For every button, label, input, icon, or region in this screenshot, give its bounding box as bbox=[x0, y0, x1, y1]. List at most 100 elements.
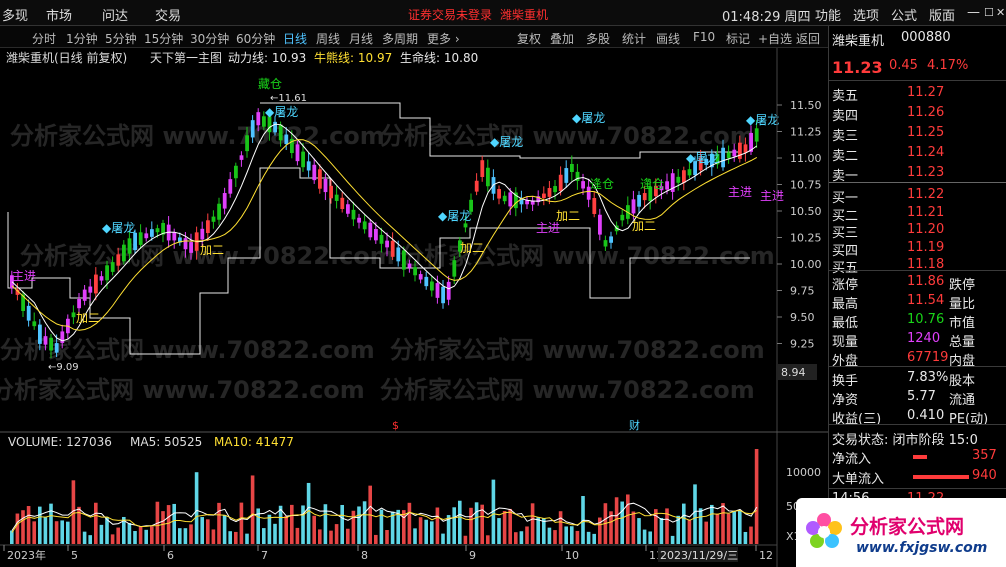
volume-bar bbox=[704, 521, 708, 544]
volume-bar bbox=[211, 529, 216, 544]
tool-button[interactable]: 复权 bbox=[517, 30, 541, 47]
volume-bar bbox=[278, 505, 283, 544]
candle bbox=[435, 283, 440, 298]
candle bbox=[430, 281, 434, 291]
indicator-nn: 牛熊线: 10.97 bbox=[314, 50, 392, 65]
stock-name: 潍柴重机 bbox=[832, 34, 885, 49]
ask-label: 卖四 bbox=[832, 109, 859, 124]
volume-bar bbox=[553, 530, 557, 544]
menu-item[interactable]: 功能 bbox=[815, 5, 841, 24]
candle bbox=[116, 254, 121, 266]
volume-ma10: MA10: 41477 bbox=[214, 435, 294, 449]
volume-bar bbox=[682, 503, 686, 544]
maximize-icon[interactable]: ☐ bbox=[984, 6, 994, 19]
stat-value: 1240 bbox=[907, 331, 941, 346]
menu-item[interactable]: 问达 bbox=[102, 5, 128, 24]
pct-change: 4.17% bbox=[927, 58, 969, 73]
menu-item[interactable]: 多现 bbox=[2, 5, 28, 24]
date-tick: 6 bbox=[167, 549, 174, 562]
candle bbox=[502, 195, 507, 202]
tool-button[interactable]: 统计 bbox=[622, 30, 646, 47]
quote-row: 净资 5.77 流通 bbox=[829, 388, 1006, 408]
stat-label: 最低 bbox=[832, 316, 859, 331]
tab-period[interactable]: 1分钟 bbox=[66, 30, 98, 47]
watermark: 分析家公式网 www.70822.com bbox=[380, 376, 755, 404]
menu-item[interactable]: 交易 bbox=[155, 5, 181, 24]
quote-row: 最低 10.76 市值 bbox=[829, 311, 1006, 331]
tab-period[interactable]: 15分钟 bbox=[144, 30, 183, 47]
volume-bar bbox=[547, 527, 552, 544]
candle bbox=[486, 167, 490, 187]
candle bbox=[581, 181, 585, 189]
volume-bar bbox=[340, 504, 344, 544]
candle bbox=[609, 236, 613, 243]
stat-label: 最高 bbox=[832, 297, 859, 312]
volume-bar bbox=[385, 530, 389, 544]
volume-tick: 10000 bbox=[786, 466, 821, 479]
volume-bar bbox=[351, 510, 356, 544]
tool-button[interactable]: F10 bbox=[693, 30, 715, 44]
price-tick: 9.25 bbox=[790, 338, 815, 351]
candle bbox=[200, 228, 205, 240]
signal-label: 加二 bbox=[76, 311, 100, 325]
tool-button[interactable]: 画线 bbox=[656, 30, 680, 47]
stat-label: 净资 bbox=[832, 393, 859, 408]
brand-name: 分析家公式网 bbox=[850, 516, 965, 538]
formula-name[interactable]: 天下第一主图 bbox=[150, 51, 222, 65]
tab-period[interactable]: 月线 bbox=[349, 30, 373, 47]
tab-period[interactable]: 30分钟 bbox=[190, 30, 229, 47]
volume-bar bbox=[60, 520, 64, 544]
candle bbox=[642, 193, 647, 201]
menu-item[interactable]: 市场 bbox=[46, 5, 72, 24]
close-icon[interactable]: ✕ bbox=[996, 6, 1005, 19]
tab-period[interactable]: 60分钟 bbox=[236, 30, 275, 47]
tab-period[interactable]: 分时 bbox=[32, 30, 56, 47]
volume-bar bbox=[424, 519, 428, 544]
volume-bar bbox=[469, 507, 473, 544]
menu-item[interactable]: 选项 bbox=[853, 5, 879, 24]
volume-bar bbox=[413, 528, 417, 544]
candle bbox=[295, 144, 300, 162]
candle bbox=[122, 244, 126, 262]
tab-period[interactable]: 5分钟 bbox=[105, 30, 137, 47]
volume-bar bbox=[116, 527, 120, 544]
price-tick: 11.50 bbox=[790, 99, 822, 112]
tool-button[interactable]: 标记 bbox=[726, 30, 750, 47]
watermark: 分析家公式网 www.70822.com bbox=[400, 242, 775, 270]
signal-label: 逢仓 bbox=[640, 177, 664, 191]
candle bbox=[385, 240, 389, 248]
volume-bar bbox=[508, 508, 512, 544]
candle bbox=[368, 222, 373, 238]
candle bbox=[402, 250, 406, 270]
tool-button[interactable]: 多股 bbox=[586, 30, 610, 47]
last-price: 11.23 bbox=[832, 58, 883, 77]
candle bbox=[284, 134, 289, 145]
volume-bar bbox=[441, 533, 445, 544]
minimize-icon[interactable]: — bbox=[967, 5, 980, 20]
login-notice[interactable]: 证券交易未登录 bbox=[408, 6, 492, 23]
tab-more[interactable]: 更多 › bbox=[427, 30, 460, 47]
volume-bar bbox=[15, 513, 20, 544]
tool-button[interactable]: +自选 bbox=[758, 30, 792, 47]
volume-bar bbox=[357, 506, 361, 544]
volume-bar bbox=[693, 484, 697, 544]
window-stock-name: 潍柴重机 bbox=[500, 8, 549, 22]
candle bbox=[357, 217, 361, 223]
tool-button[interactable]: 返回 bbox=[796, 30, 820, 47]
tab-period-active[interactable]: 日线 bbox=[283, 30, 307, 47]
tab-period[interactable]: 周线 bbox=[316, 30, 340, 47]
kline-chart[interactable]: 潍柴重机(日线 前复权) 天下第一主图 动力线: 10.93 牛熊线: 10.9… bbox=[0, 48, 828, 567]
ask-price: 11.26 bbox=[907, 105, 945, 120]
date-tick: 5 bbox=[71, 549, 78, 562]
date-tick: 9 bbox=[469, 549, 476, 562]
volume-bar bbox=[329, 530, 333, 544]
candle bbox=[620, 214, 625, 221]
brand-url: www.fxjgsw.com bbox=[856, 540, 988, 556]
tab-period[interactable]: 多周期 bbox=[382, 30, 418, 47]
menu-item[interactable]: 版面 bbox=[929, 5, 955, 24]
volume-bar bbox=[144, 529, 148, 544]
volume-bar bbox=[250, 475, 255, 544]
candle bbox=[592, 198, 597, 214]
menu-item[interactable]: 公式 bbox=[891, 5, 917, 24]
tool-button[interactable]: 叠加 bbox=[550, 30, 574, 47]
